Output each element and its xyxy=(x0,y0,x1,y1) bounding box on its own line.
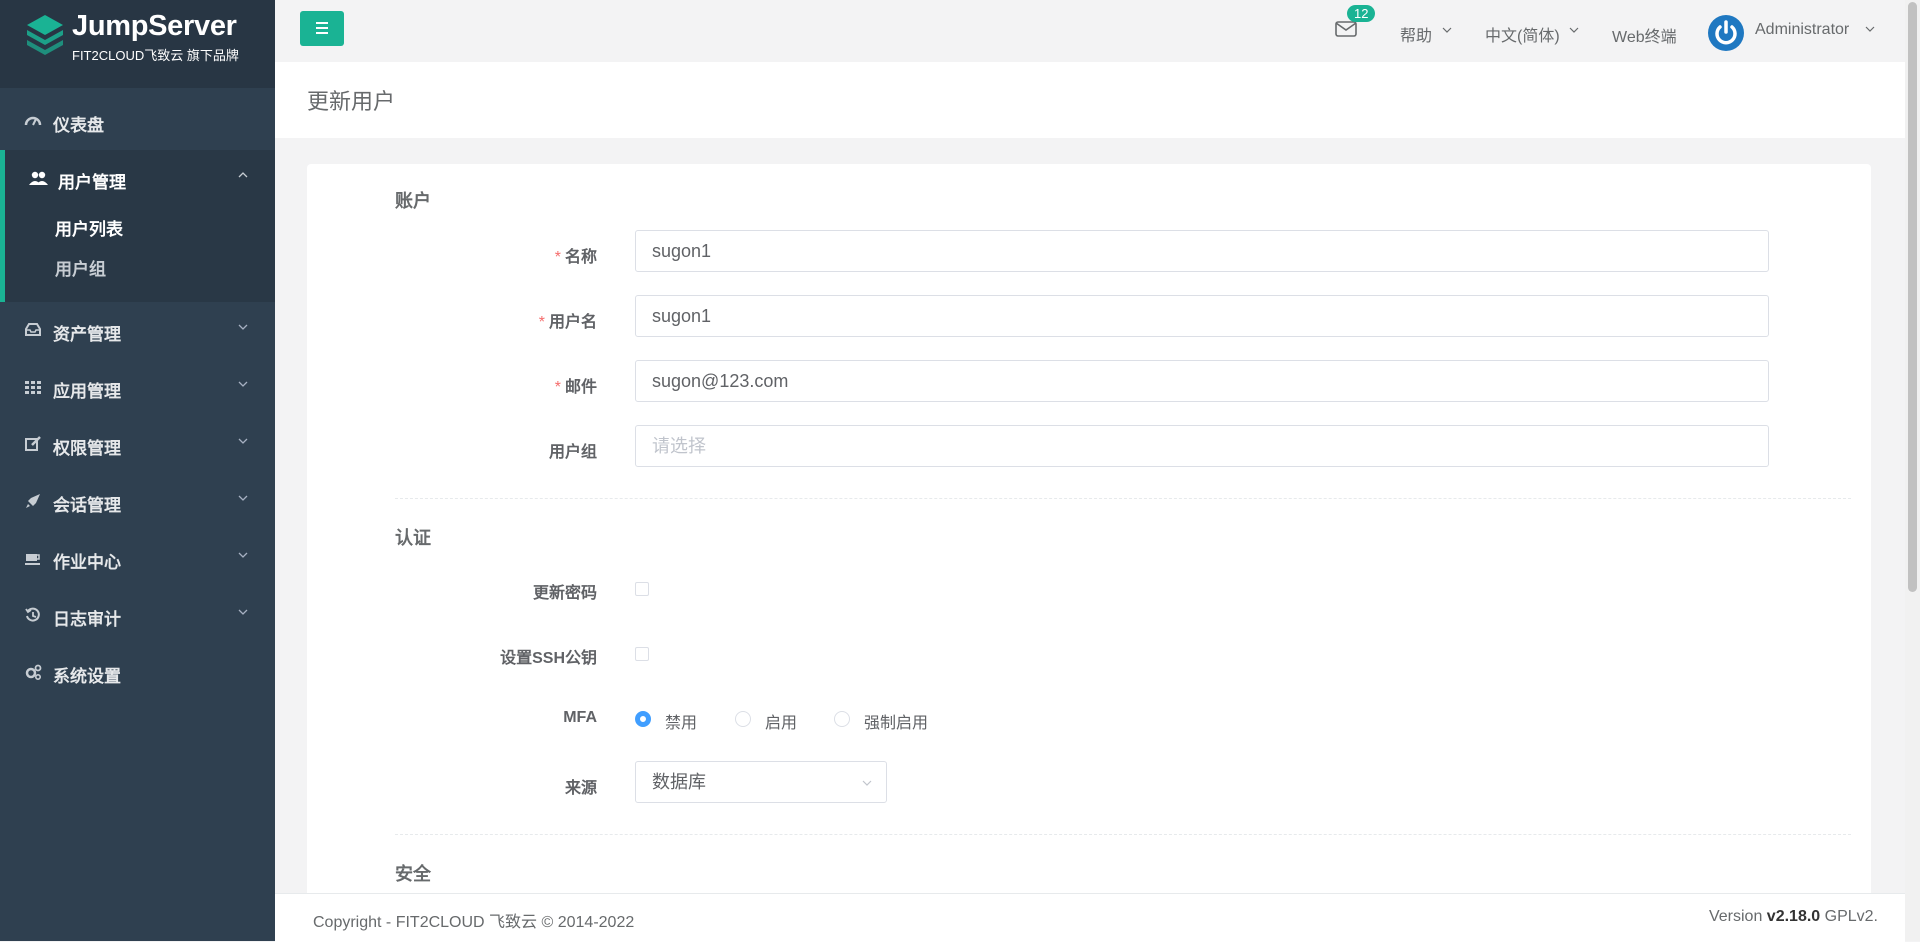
mail-icon[interactable] xyxy=(1335,20,1357,38)
source-select-value: 数据库 xyxy=(652,772,706,792)
avatar[interactable] xyxy=(1708,15,1744,51)
rocket-icon xyxy=(26,494,40,508)
grid-icon xyxy=(25,381,41,394)
logo-subtitle: FIT2CLOUD飞致云 旗下品牌 xyxy=(72,48,239,63)
username-input[interactable]: sugon1 xyxy=(635,295,1769,337)
gears-icon xyxy=(25,664,42,681)
user-form-card: 账户 * 名称 sugon1 * 用户名 sugon1 * 邮件 sugon@123.… xyxy=(307,164,1871,904)
mail-count-badge: 12 xyxy=(1347,5,1376,22)
source-select[interactable]: 数据库 xyxy=(635,761,887,803)
chevron-down-icon xyxy=(1569,27,1579,33)
user-groups-select[interactable]: 请选择 xyxy=(635,425,1769,467)
name-input[interactable]: sugon1 xyxy=(635,230,1769,272)
history-icon xyxy=(25,607,40,622)
sidebar-label-permissions: 权限管理 xyxy=(53,439,121,458)
logo[interactable]: JumpServer FIT2CLOUD飞致云 旗下品牌 xyxy=(0,0,275,88)
chevron-up-icon xyxy=(238,172,248,178)
chevron-down-icon xyxy=(1865,26,1875,32)
sidebar-item-jobs[interactable]: 作业中心 xyxy=(0,530,275,587)
sidebar-item-permissions[interactable]: 权限管理 xyxy=(0,416,275,473)
update-password-label: 更新密码 xyxy=(532,585,597,602)
sidebar-item-settings[interactable]: 系统设置 xyxy=(0,644,275,701)
source-label: 来源 xyxy=(564,780,597,797)
sidebar-label-applications: 应用管理 xyxy=(53,382,121,401)
sidebar-item-audits[interactable]: 日志审计 xyxy=(0,587,275,644)
sidebar: JumpServer FIT2CLOUD飞致云 旗下品牌 仪表盘 用户管理 用户… xyxy=(0,0,275,941)
chevron-down-icon xyxy=(238,438,248,444)
chevron-down-icon xyxy=(238,609,248,615)
power-icon xyxy=(1715,20,1737,45)
section-title-account: 账户 xyxy=(395,191,431,211)
edit-icon xyxy=(25,436,41,451)
coffee-icon xyxy=(25,554,40,565)
users-icon xyxy=(29,171,48,185)
footer: Copyright - FIT2CLOUD 飞致云 © 2014-2022 Ve… xyxy=(275,893,1905,942)
scrollbar-thumb[interactable] xyxy=(1908,2,1917,592)
user-groups-label: 用户组 xyxy=(548,444,597,461)
ssh-key-checkbox[interactable] xyxy=(635,647,649,661)
email-label: * 邮件 xyxy=(554,379,597,396)
version-number: v2.18.0 xyxy=(1766,908,1821,925)
sidebar-label-users: 用户管理 xyxy=(58,173,126,192)
help-menu[interactable]: 帮助 xyxy=(1400,22,1432,46)
sidebar-item-users[interactable]: 用户管理 xyxy=(5,150,275,207)
hamburger-icon xyxy=(316,22,328,24)
jumpserver-logo-icon xyxy=(27,15,63,55)
chevron-down-icon xyxy=(238,552,248,558)
inbox-icon xyxy=(25,323,41,336)
menu-toggle-button[interactable] xyxy=(300,11,344,46)
topbar: 12 帮助 中文(简体) Web终端 Administrator xyxy=(275,0,1905,62)
sidebar-label-assets: 资产管理 xyxy=(53,325,121,344)
sidebar-label-jobs: 作业中心 xyxy=(53,553,121,572)
page-header: 更新用户 xyxy=(275,62,1905,138)
mfa-radio-forced[interactable] xyxy=(834,711,850,727)
required-mark: * xyxy=(554,379,561,396)
page-title: 更新用户 xyxy=(307,89,396,114)
section-title-security: 安全 xyxy=(395,864,431,884)
sidebar-group-users: 用户管理 用户列表 用户组 xyxy=(0,150,275,302)
divider xyxy=(395,498,1851,499)
user-menu[interactable]: Administrator xyxy=(1755,21,1849,39)
ssh-key-label: 设置SSH公钥 xyxy=(500,650,597,667)
sidebar-subitem-user-list[interactable]: 用户列表 xyxy=(55,215,123,240)
email-input[interactable]: sugon@123.com xyxy=(635,360,1769,402)
chevron-down-icon xyxy=(1442,27,1452,33)
web-terminal-link[interactable]: Web终端 xyxy=(1612,23,1677,47)
sidebar-item-applications[interactable]: 应用管理 xyxy=(0,359,275,416)
page-scrollbar[interactable] xyxy=(1905,0,1920,941)
language-menu[interactable]: 中文(简体) xyxy=(1485,22,1560,46)
required-mark: * xyxy=(538,314,545,331)
sidebar-label-sessions: 会话管理 xyxy=(53,496,121,515)
dashboard-icon xyxy=(24,116,42,126)
divider xyxy=(395,834,1851,835)
mfa-option-disabled-label[interactable]: 禁用 xyxy=(665,709,697,733)
footer-copyright: Copyright - FIT2CLOUD 飞致云 © 2014-2022 xyxy=(313,914,635,931)
name-label: * 名称 xyxy=(554,249,597,266)
chevron-down-icon xyxy=(862,780,872,786)
chevron-down-icon xyxy=(238,324,248,330)
chevron-down-icon xyxy=(238,381,248,387)
mfa-radio-enabled[interactable] xyxy=(735,711,751,727)
sidebar-item-sessions[interactable]: 会话管理 xyxy=(0,473,275,530)
mfa-option-forced-label[interactable]: 强制启用 xyxy=(864,709,928,733)
section-title-auth: 认证 xyxy=(395,528,431,548)
chevron-down-icon xyxy=(238,495,248,501)
username-label: * 用户名 xyxy=(538,314,597,331)
required-mark: * xyxy=(554,249,561,266)
sidebar-label-audits: 日志审计 xyxy=(53,610,121,629)
sidebar-item-dashboard[interactable]: 仪表盘 xyxy=(0,93,275,150)
update-password-checkbox[interactable] xyxy=(635,582,649,596)
footer-version: Version v2.18.0 GPLv2. xyxy=(1708,908,1878,925)
sidebar-item-assets[interactable]: 资产管理 xyxy=(0,302,275,359)
mfa-label: MFA xyxy=(563,709,597,726)
logo-title: JumpServer xyxy=(72,10,237,42)
sidebar-label-dashboard: 仪表盘 xyxy=(53,116,104,135)
mfa-radio-disabled[interactable] xyxy=(635,711,651,727)
mfa-option-enabled-label[interactable]: 启用 xyxy=(765,709,797,733)
sidebar-label-settings: 系统设置 xyxy=(53,667,121,686)
sidebar-subitem-user-groups[interactable]: 用户组 xyxy=(55,255,106,280)
